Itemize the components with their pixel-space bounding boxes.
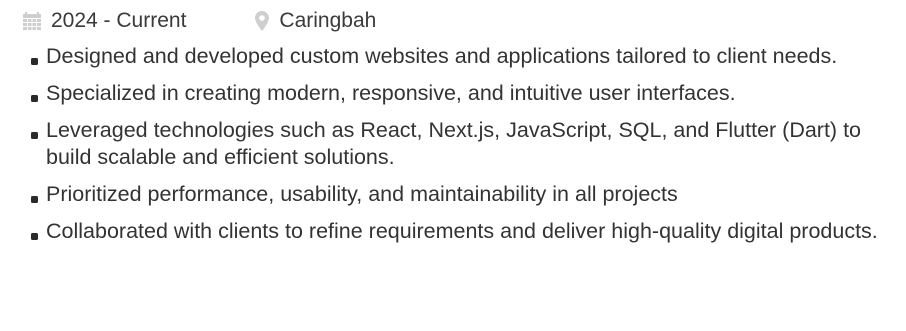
list-item: Prioritized performance, usability, and … bbox=[0, 181, 906, 208]
list-item-text: Prioritized performance, usability, and … bbox=[46, 182, 678, 206]
job-meta: 2024 - Current Caringbah bbox=[22, 6, 376, 36]
location-text: Caringbah bbox=[279, 9, 377, 32]
location: Caringbah bbox=[254, 9, 376, 33]
bullet-icon bbox=[31, 196, 38, 203]
bullet-icon bbox=[31, 132, 38, 139]
bullet-icon bbox=[31, 95, 38, 102]
list-item: Specialized in creating modern, responsi… bbox=[0, 80, 906, 107]
bullet-icon bbox=[31, 58, 38, 65]
list-item: Leveraged technologies such as React, Ne… bbox=[0, 117, 906, 171]
list-item: Designed and developed custom websites a… bbox=[0, 43, 906, 70]
calendar-icon bbox=[22, 11, 42, 31]
date-range-text: 2024 - Current bbox=[51, 9, 187, 32]
list-item-text: Designed and developed custom websites a… bbox=[46, 44, 838, 68]
list-item: Collaborated with clients to refine requ… bbox=[0, 218, 906, 245]
list-item-text: Leveraged technologies such as React, Ne… bbox=[46, 118, 861, 169]
list-item-text: Specialized in creating modern, responsi… bbox=[46, 81, 736, 105]
date-range: 2024 - Current bbox=[22, 9, 186, 33]
bullet-icon bbox=[31, 233, 38, 240]
responsibilities-list: Designed and developed custom websites a… bbox=[0, 43, 906, 255]
list-item-text: Collaborated with clients to refine requ… bbox=[46, 219, 878, 243]
map-pin-icon bbox=[254, 10, 270, 32]
